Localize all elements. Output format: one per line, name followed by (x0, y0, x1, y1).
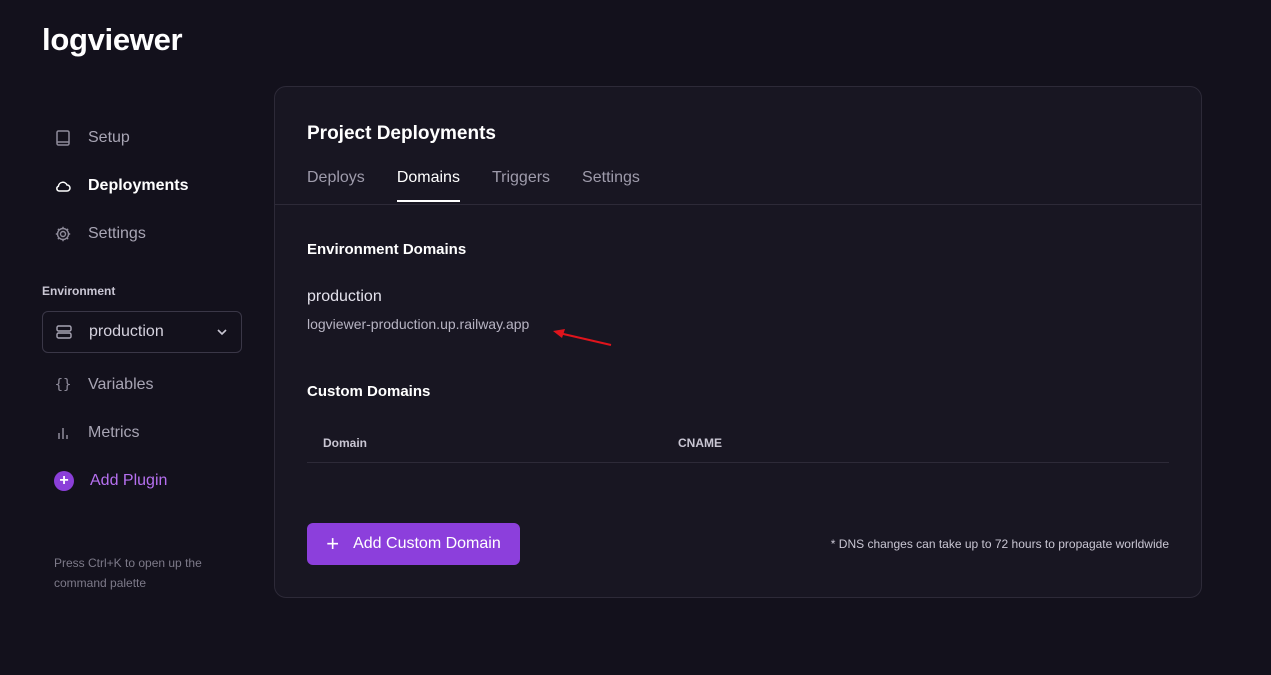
add-custom-domain-label: Add Custom Domain (353, 535, 501, 552)
column-header-cname: CNAME (678, 435, 722, 450)
environment-select[interactable]: production (42, 311, 242, 353)
custom-domains-title: Custom Domains (307, 383, 431, 400)
environment-domains-title: Environment Domains (307, 241, 467, 258)
annotation-arrow (553, 329, 612, 346)
add-plugin-label: Add Plugin (90, 472, 168, 489)
sidebar-item-variables[interactable]: {} Variables (42, 361, 242, 409)
sidebar-item-label: Variables (88, 376, 154, 393)
plus-icon: + (326, 531, 340, 556)
chevron-down-icon (215, 325, 229, 339)
tab-domains[interactable]: Domains (396, 169, 460, 202)
server-icon (55, 323, 73, 341)
tabs-divider (275, 204, 1201, 205)
sidebar-item-metrics[interactable]: Metrics (42, 409, 242, 457)
environment-domain-link[interactable]: logviewer-production.up.railway.app (307, 316, 529, 332)
sidebar-item-setup[interactable]: Setup (42, 114, 242, 162)
cloud-icon (54, 177, 72, 195)
custom-domains-table-header: Domain CNAME (307, 423, 1169, 463)
environment-label: Environment (42, 284, 116, 298)
environment-name: production (307, 288, 382, 305)
sidebar-item-label: Deployments (88, 177, 189, 194)
sidebar-item-deployments[interactable]: Deployments (42, 162, 242, 210)
sidebar: Setup Deployments Settings Environment p… (42, 114, 242, 593)
page-title: Project Deployments (307, 123, 496, 144)
sidebar-item-label: Settings (88, 225, 146, 242)
tab-triggers[interactable]: Triggers (492, 169, 550, 202)
dns-note: * DNS changes can take up to 72 hours to… (830, 537, 1169, 551)
tab-bar: Deploys Domains Triggers Settings (307, 169, 640, 202)
gear-icon (54, 225, 72, 243)
add-custom-domain-button[interactable]: + Add Custom Domain (307, 523, 520, 565)
column-header-domain: Domain (323, 435, 368, 450)
app-title: logviewer (42, 22, 183, 57)
plus-circle-icon: + (54, 471, 74, 491)
sidebar-item-settings[interactable]: Settings (42, 210, 242, 258)
book-icon (54, 129, 72, 147)
deployments-card: Project Deployments Deploys Domains Trig… (274, 86, 1202, 598)
environment-select-value: production (89, 323, 164, 340)
bar-chart-icon (54, 424, 72, 442)
sidebar-item-label: Setup (88, 129, 130, 146)
add-plugin-button[interactable]: + Add Plugin (42, 457, 242, 505)
tab-settings[interactable]: Settings (582, 169, 640, 202)
command-palette-hint: Press Ctrl+K to open up the command pale… (54, 556, 202, 590)
sidebar-item-label: Metrics (88, 424, 140, 441)
tab-deploys[interactable]: Deploys (307, 169, 365, 202)
braces-icon: {} (54, 377, 72, 393)
